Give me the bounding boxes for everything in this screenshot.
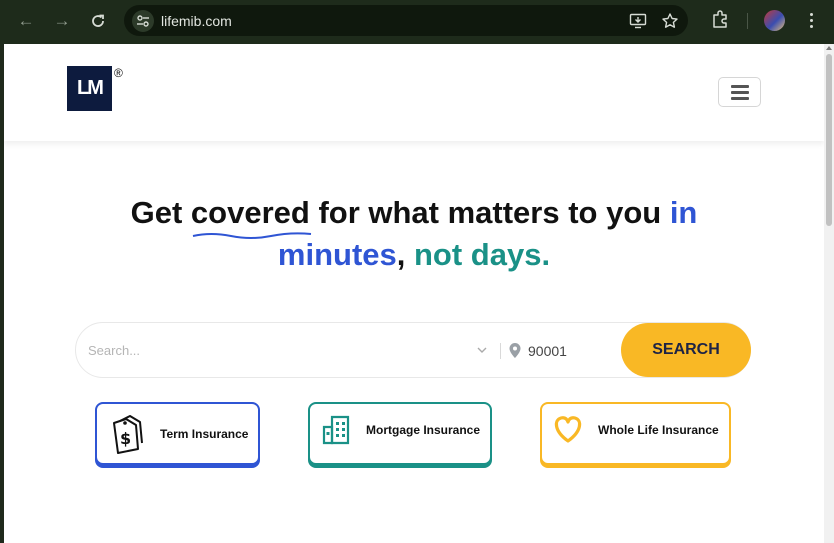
logo-text: LM: [77, 77, 104, 99]
site-header: LM ®: [4, 44, 824, 141]
search-bar: Search... 90001 SEARCH: [75, 322, 751, 378]
site-logo[interactable]: LM: [67, 66, 112, 111]
whole-life-insurance-card[interactable]: Whole Life Insurance: [540, 402, 731, 465]
headline-comma: ,: [396, 237, 406, 272]
location-pin-icon: [508, 342, 522, 364]
hamburger-menu-button[interactable]: [718, 77, 761, 107]
headline-covered-text: covered: [190, 195, 310, 230]
bookmark-star-icon[interactable]: [661, 12, 679, 30]
hamburger-line: [731, 85, 749, 88]
address-bar[interactable]: lifemib.com: [124, 5, 688, 36]
install-app-icon[interactable]: [629, 12, 647, 30]
reload-icon[interactable]: [87, 10, 109, 32]
term-insurance-card[interactable]: $ Term Insurance: [95, 402, 260, 465]
profile-avatar-icon[interactable]: [764, 10, 785, 31]
forward-arrow-icon[interactable]: →: [51, 10, 73, 32]
headline-minutes: minutes: [277, 237, 397, 272]
browser-toolbar: ← → lifemib.com: [0, 0, 834, 44]
mortgage-insurance-card[interactable]: Mortgage Insurance: [308, 402, 492, 465]
heart-icon: [552, 414, 584, 449]
hamburger-line: [731, 91, 749, 94]
headline-part-1: Get: [130, 195, 191, 230]
extensions-icon[interactable]: [710, 9, 732, 31]
price-tag-dollar-icon: $: [106, 413, 146, 460]
headline-in: in: [669, 195, 698, 230]
page-viewport: LM ® Get covered for what matters to you…: [4, 44, 834, 543]
headline-part-2: for what matters to you: [309, 195, 670, 230]
headline-not-days: not days.: [414, 237, 551, 272]
card-label: Whole Life Insurance: [598, 423, 719, 437]
squiggle-underline: [192, 232, 312, 239]
toolbar-divider: [747, 13, 748, 29]
more-menu-icon[interactable]: [806, 10, 816, 30]
headline-covered: covered: [190, 192, 312, 239]
zip-code-input[interactable]: 90001: [528, 343, 567, 359]
svg-text:$: $: [120, 429, 131, 448]
url-text[interactable]: lifemib.com: [161, 13, 232, 29]
back-arrow-icon[interactable]: ←: [15, 10, 37, 32]
search-divider: [500, 343, 501, 359]
building-icon: [320, 413, 352, 450]
search-button[interactable]: SEARCH: [621, 323, 751, 377]
registered-mark: ®: [114, 66, 123, 80]
scroll-up-arrow-icon[interactable]: [826, 46, 832, 50]
hamburger-line: [731, 97, 749, 100]
scrollbar-thumb[interactable]: [826, 54, 832, 226]
hero-headline: Get covered for what matters to you in m…: [4, 192, 824, 276]
card-label: Term Insurance: [160, 427, 249, 441]
card-label: Mortgage Insurance: [366, 423, 481, 437]
chevron-down-icon[interactable]: [476, 343, 488, 361]
page-scrollbar[interactable]: [824, 44, 834, 543]
site-settings-icon[interactable]: [132, 10, 154, 32]
search-input[interactable]: Search...: [88, 343, 140, 358]
